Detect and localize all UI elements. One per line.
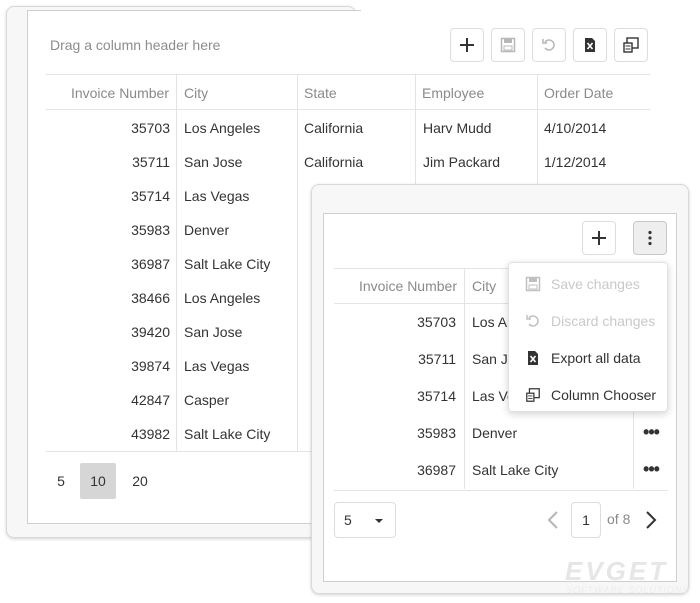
pager-divider [46, 451, 316, 452]
cell-invoice[interactable]: 35983 [46, 213, 170, 247]
column-divider [633, 410, 634, 489]
watermark-logo: EVGET [565, 556, 669, 586]
page-size-10[interactable]: 10 [80, 463, 116, 499]
add-icon [460, 38, 474, 52]
cell-city[interactable]: Salt Lake City [472, 453, 558, 487]
column-chooser-button[interactable] [614, 28, 648, 62]
column-divider [415, 74, 416, 186]
menu-item-label: Export all data [551, 349, 641, 366]
page-count: 8 [622, 511, 631, 527]
column-divider [464, 268, 465, 489]
cell-invoice[interactable]: 35711 [46, 145, 170, 179]
menu-item-discard-changes[interactable]: Discard changes [509, 302, 669, 339]
cell-state[interactable]: California [304, 111, 363, 145]
cell-invoice[interactable]: 35711 [334, 342, 456, 376]
chevron-left-icon[interactable] [547, 511, 559, 529]
export-button[interactable] [573, 28, 607, 62]
column-divider [537, 74, 538, 186]
cell-invoice[interactable]: 42847 [46, 383, 170, 417]
more-actions-button[interactable] [633, 221, 667, 255]
save-button[interactable] [491, 28, 525, 62]
row-actions-button[interactable]: ••• [639, 459, 663, 479]
cell-invoice[interactable]: 36987 [334, 453, 456, 487]
row-actions-button[interactable]: ••• [639, 422, 663, 442]
page-size-5[interactable]: 5 [48, 463, 74, 499]
cell-city[interactable]: Los Angeles [184, 111, 260, 145]
more-actions-menu: Save changes Discard changes Export all … [508, 262, 668, 412]
cell-invoice[interactable]: 36987 [46, 247, 170, 281]
cell-city[interactable]: Denver [184, 213, 229, 247]
excel-export-icon [528, 350, 538, 365]
cell-invoice[interactable]: 35714 [46, 179, 170, 213]
front-pager-divider [334, 490, 668, 491]
cell-invoice[interactable]: 35983 [334, 416, 456, 450]
undo-icon [542, 39, 555, 51]
undo-icon [526, 314, 539, 327]
more-vertical-icon [648, 230, 652, 246]
cell-city[interactable]: Denver [472, 416, 517, 450]
menu-item-save-changes[interactable]: Save changes [509, 265, 669, 302]
menu-item-label: Discard changes [551, 312, 656, 329]
column-header-employee[interactable]: Employee [422, 75, 532, 111]
page-count-label: of 8 [607, 511, 630, 527]
page-size-dropdown[interactable]: 5 [334, 502, 396, 538]
cell-invoice[interactable]: 38466 [46, 281, 170, 315]
back-grid-header-row: Invoice Number City State Employee Order… [46, 74, 650, 110]
column-chooser-icon [623, 37, 639, 53]
watermark-subtext: SOFTWARE SOLUTIONS [566, 585, 690, 595]
cell-order-date[interactable]: 4/10/2014 [544, 111, 606, 145]
of-label: of [607, 511, 619, 527]
cell-invoice[interactable]: 43982 [46, 417, 170, 451]
cell-invoice[interactable]: 39874 [46, 349, 170, 383]
menu-item-label: Column Chooser [551, 386, 657, 403]
cell-city[interactable]: Las Vegas [184, 179, 249, 213]
page-number-input[interactable]: 1 [571, 502, 601, 538]
add-row-button[interactable] [450, 28, 484, 62]
cell-invoice[interactable]: 39420 [46, 315, 170, 349]
cell-city[interactable]: Los Angeles [184, 281, 260, 315]
cell-city[interactable]: Casper [184, 383, 229, 417]
column-header-order-date[interactable]: Order Date [544, 75, 644, 111]
column-chooser-icon [526, 387, 540, 402]
cell-invoice[interactable]: 35703 [46, 111, 170, 145]
menu-item-column-chooser[interactable]: Column Chooser [509, 376, 669, 413]
cell-city[interactable]: Salt Lake City [184, 417, 270, 451]
cell-invoice[interactable]: 35714 [334, 379, 456, 413]
add-icon [592, 231, 606, 245]
cell-city[interactable]: San Jose [184, 145, 242, 179]
front-column-header-city[interactable]: City [472, 268, 512, 304]
cell-employee[interactable]: Harv Mudd [423, 111, 491, 145]
save-icon [500, 37, 516, 53]
column-divider [176, 74, 177, 451]
cell-invoice[interactable]: 35703 [334, 305, 456, 339]
group-panel-text: Drag a column header here [50, 37, 221, 53]
column-divider [297, 74, 298, 451]
menu-item-export-all-data[interactable]: Export all data [509, 339, 669, 376]
cell-employee[interactable]: Jim Packard [423, 145, 500, 179]
save-icon [525, 276, 541, 291]
column-header-city[interactable]: City [184, 75, 294, 111]
page-size-value: 5 [344, 512, 352, 528]
cell-city[interactable]: San Jose [184, 315, 242, 349]
excel-export-icon [585, 38, 595, 52]
chevron-right-icon[interactable] [645, 511, 657, 529]
column-header-invoice-number[interactable]: Invoice Number [46, 75, 169, 111]
cell-state[interactable]: California [304, 145, 363, 179]
cell-order-date[interactable]: 1/12/2014 [544, 145, 606, 179]
column-header-state[interactable]: State [304, 75, 414, 111]
cell-city[interactable]: Las Vegas [184, 349, 249, 383]
front-column-header-invoice-number[interactable]: Invoice Number [334, 268, 457, 304]
caret-down-icon [375, 519, 383, 523]
add-row-button-compact[interactable] [582, 221, 616, 255]
cell-city[interactable]: Salt Lake City [184, 247, 270, 281]
page-size-20[interactable]: 20 [124, 463, 156, 499]
menu-item-label: Save changes [551, 275, 640, 292]
revert-button[interactable] [532, 28, 566, 62]
